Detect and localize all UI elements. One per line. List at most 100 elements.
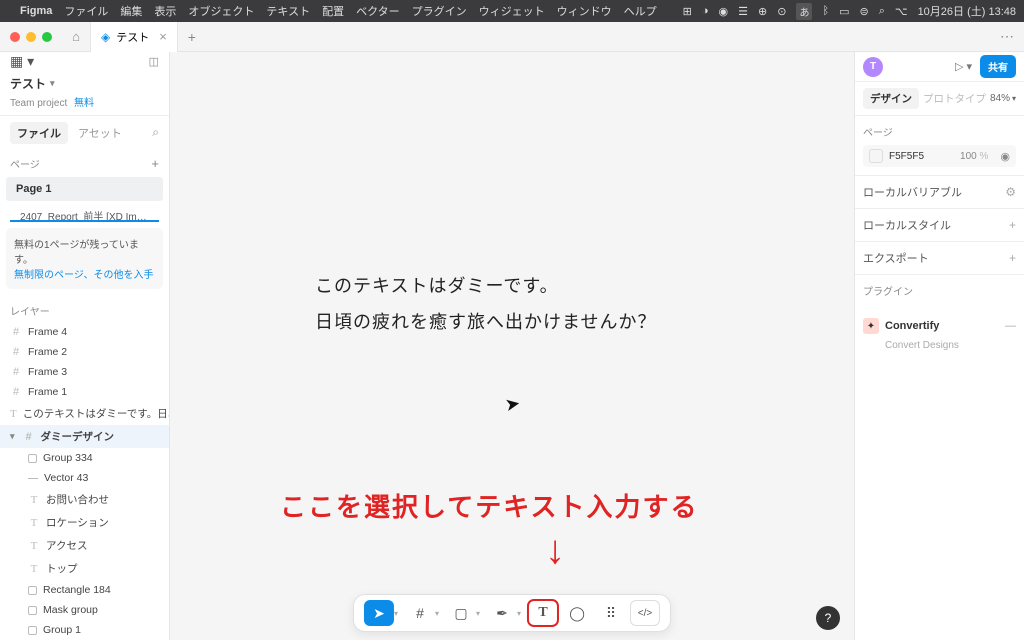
menu-edit[interactable]: 編集 xyxy=(120,3,142,19)
project-name[interactable]: テスト xyxy=(10,75,46,92)
chevron-down-icon[interactable]: ▾ xyxy=(435,609,439,618)
text-tool[interactable]: T xyxy=(528,600,558,626)
wifi-icon[interactable]: ⊜ xyxy=(859,5,868,18)
chevron-down-icon[interactable]: ▾ xyxy=(517,609,521,618)
bluetooth-icon[interactable]: ᛒ xyxy=(822,5,829,17)
menu-help[interactable]: ヘルプ xyxy=(624,3,657,19)
dev-mode-toggle[interactable]: </> xyxy=(630,600,660,626)
clock[interactable]: 10月26日 (土) 13:48 xyxy=(918,3,1016,19)
menu-object[interactable]: オブジェクト xyxy=(188,3,254,19)
menu-plugin[interactable]: プラグイン xyxy=(412,3,467,19)
status-icon[interactable]: ⊙ xyxy=(777,5,786,18)
text-icon: T xyxy=(28,494,40,506)
battery-icon[interactable]: ▭ xyxy=(839,5,849,18)
page-background-color[interactable]: F5F5F5 100 % ◉ xyxy=(863,145,1016,167)
upsell-link[interactable]: 無制限のページ、その他を入手 xyxy=(14,270,154,281)
home-button[interactable]: ⌂ xyxy=(62,29,90,44)
tab-file[interactable]: ファイル xyxy=(10,122,68,144)
control-center-icon[interactable]: ⌥ xyxy=(895,5,908,18)
vector-icon xyxy=(28,478,38,479)
text-line: 日頃の疲れを癒す旅へ出かけませんか？ xyxy=(315,304,656,340)
layer-label: トップ xyxy=(46,561,78,576)
comment-tool[interactable]: ◯ xyxy=(562,600,592,626)
app-name[interactable]: Figma xyxy=(20,5,52,17)
search-icon[interactable]: ⌕ xyxy=(879,5,885,18)
user-avatar[interactable]: T xyxy=(863,57,883,77)
chevron-down-icon[interactable]: ▾ xyxy=(476,609,480,618)
layer-row[interactable]: #Frame 4 xyxy=(0,322,169,342)
local-styles-row[interactable]: ローカルスタイル+ xyxy=(855,209,1024,242)
frame-tool[interactable]: # xyxy=(405,600,435,626)
pen-tool[interactable]: ✒ xyxy=(487,600,517,626)
menu-arrange[interactable]: 配置 xyxy=(322,3,344,19)
export-row[interactable]: エクスポート+ xyxy=(855,242,1024,275)
add-icon[interactable]: + xyxy=(1009,251,1016,265)
canvas[interactable]: このテキストはダミーです。 日頃の疲れを癒す旅へ出かけませんか？ ➤ ここを選択… xyxy=(170,52,854,640)
status-icon[interactable]: ☰ xyxy=(738,5,748,18)
collapse-icon[interactable]: — xyxy=(1005,320,1016,332)
main-menu-icon[interactable]: ▦ ▾ xyxy=(10,53,34,70)
menu-text[interactable]: テキスト xyxy=(266,3,310,19)
team-name[interactable]: Team project xyxy=(10,98,67,109)
layer-row[interactable]: Group 1 xyxy=(0,620,169,640)
present-button[interactable]: ▷ ▾ xyxy=(955,60,972,73)
plugin-row[interactable]: ✦ Convertify — xyxy=(855,312,1024,340)
new-tab-button[interactable]: + xyxy=(178,29,206,45)
text-line: このテキストはダミーです。 xyxy=(315,268,656,304)
close-window-icon[interactable] xyxy=(10,32,20,42)
frame-icon: # xyxy=(10,366,22,378)
move-tool[interactable]: ➤ xyxy=(364,600,394,626)
menu-widget[interactable]: ウィジェット xyxy=(479,3,545,19)
fullscreen-window-icon[interactable] xyxy=(42,32,52,42)
help-button[interactable]: ? xyxy=(816,606,840,630)
page-item[interactable]: Page 1 xyxy=(6,177,163,201)
layer-row[interactable]: Tお問い合わせ xyxy=(0,488,169,511)
status-icon[interactable]: ◑ xyxy=(702,5,709,17)
status-icon[interactable]: ⊞ xyxy=(683,5,692,18)
layer-row[interactable]: #Frame 2 xyxy=(0,342,169,362)
shape-tool[interactable]: ▢ xyxy=(446,600,476,626)
layer-row[interactable]: Rectangle 184 xyxy=(0,580,169,600)
minimize-window-icon[interactable] xyxy=(26,32,36,42)
chevron-down-icon[interactable]: ▾ xyxy=(394,609,398,618)
traffic-lights[interactable] xyxy=(0,32,62,42)
plan-badge[interactable]: 無料 xyxy=(74,98,94,109)
tab-assets[interactable]: アセット xyxy=(78,125,122,141)
file-tab[interactable]: ◈ テスト × xyxy=(90,22,178,52)
menu-view[interactable]: 表示 xyxy=(154,3,176,19)
layer-row[interactable]: #Frame 1 xyxy=(0,382,169,402)
chevron-down-icon[interactable]: ▾ xyxy=(50,78,55,89)
add-icon[interactable]: + xyxy=(1009,218,1016,232)
search-icon[interactable]: ⌕ xyxy=(152,125,159,140)
status-line-icon[interactable]: ◉ xyxy=(719,5,729,18)
layer-row[interactable]: Tこのテキストはダミーです。日頃の… xyxy=(0,402,169,425)
menu-file[interactable]: ファイル xyxy=(64,3,108,19)
layer-row[interactable]: Vector 43 xyxy=(0,468,169,488)
local-variables-row[interactable]: ローカルバリアブル⚙ xyxy=(855,176,1024,209)
close-tab-icon[interactable]: × xyxy=(159,29,167,44)
menu-window[interactable]: ウィンドウ xyxy=(557,3,612,19)
add-page-icon[interactable]: + xyxy=(151,156,159,171)
layer-row[interactable]: Mask group xyxy=(0,600,169,620)
annotation-text: ここを選択してテキスト入力する xyxy=(280,487,698,524)
tab-prototype[interactable]: プロトタイプ xyxy=(923,91,986,106)
layer-row[interactable]: Tアクセス xyxy=(0,534,169,557)
layer-row[interactable]: Group 334 xyxy=(0,448,169,468)
settings-icon[interactable]: ⚙ xyxy=(1005,185,1016,199)
menu-vector[interactable]: ベクター xyxy=(356,3,400,19)
visibility-icon[interactable]: ◉ xyxy=(1000,150,1010,163)
layer-row[interactable]: Tトップ xyxy=(0,557,169,580)
share-button[interactable]: 共有 xyxy=(980,55,1016,78)
layer-row[interactable]: Tロケーション xyxy=(0,511,169,534)
zoom-selector[interactable]: 84% ▾ xyxy=(990,93,1016,104)
layer-row[interactable]: ▾#ダミーデザイン xyxy=(0,425,169,448)
actions-tool[interactable]: ⠿ xyxy=(596,600,626,626)
status-icon[interactable]: ⊕ xyxy=(758,5,767,18)
ime-icon[interactable]: あ xyxy=(796,3,812,20)
window-more-icon[interactable]: ⋯ xyxy=(1000,28,1014,45)
page-item[interactable]: 2407_Report_前半 [XD Import] (30-Ju… xyxy=(10,203,159,222)
sidebar-toggle-icon[interactable]: ◫ xyxy=(149,55,159,68)
canvas-text-block[interactable]: このテキストはダミーです。 日頃の疲れを癒す旅へ出かけませんか？ xyxy=(315,268,656,340)
tab-design[interactable]: デザイン xyxy=(863,88,919,109)
layer-row[interactable]: #Frame 3 xyxy=(0,362,169,382)
